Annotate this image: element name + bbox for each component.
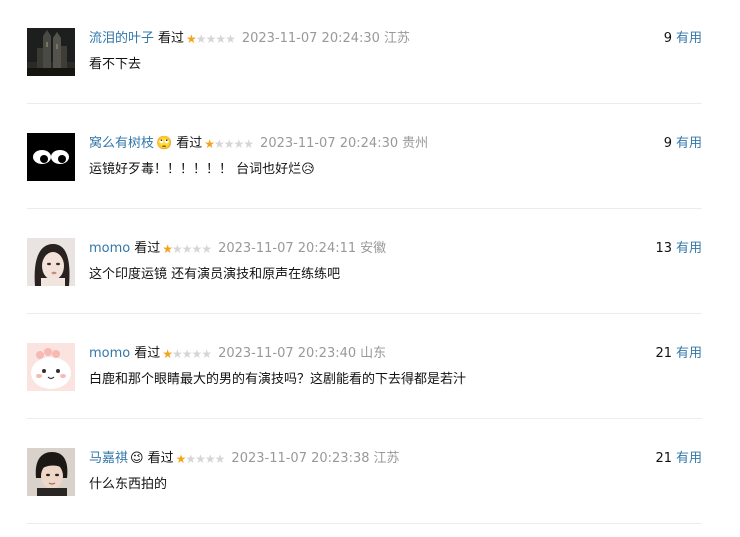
star-empty-icon: ★ [201, 347, 212, 361]
rating-stars: ★ ★ ★ ★ ★ [175, 450, 226, 468]
watched-label: 看过 [134, 346, 161, 361]
star-empty-icon: ★ [195, 452, 206, 466]
star-empty-icon: ★ [243, 137, 254, 151]
avatar[interactable] [27, 28, 75, 76]
church-night-avatar [27, 28, 75, 76]
pink-cartoon-avatar [27, 343, 75, 391]
star-filled-icon: ★ [162, 347, 173, 361]
comment-location: 安徽 [360, 241, 387, 256]
star-empty-icon: ★ [181, 347, 193, 361]
star-filled-icon: ★ [162, 242, 173, 256]
username-link[interactable]: 流泪的叶子 [89, 30, 154, 48]
username-link[interactable]: momo [89, 345, 130, 363]
comment-item: 窝么有树枝 🙄 看过 ★ ★ ★ ★ ★ 2023-11-07 20:24:30 贵州 … [27, 105, 702, 209]
comment-text: 运镜好歹毒！！！！！！ 台词也好烂😥 [89, 162, 315, 177]
comment-time: 2023-11-07 20:23:40 [218, 346, 357, 361]
comment-location: 贵州 [402, 136, 429, 151]
comment-location: 江苏 [383, 31, 410, 46]
watched-label: 看过 [134, 241, 161, 256]
useful-votes: 21 有用 [655, 345, 702, 363]
useful-button[interactable]: 有用 [676, 31, 702, 46]
comment-text: 白鹿和那个眼睛最大的男的有演技吗？这剧能看的下去得都是若汁 [89, 372, 467, 387]
vote-count: 9 [663, 31, 672, 46]
avatar[interactable] [27, 448, 75, 496]
star-empty-icon: ★ [181, 242, 193, 256]
star-empty-icon: ★ [172, 242, 183, 256]
vote-count: 21 [655, 451, 672, 466]
useful-votes: 9 有用 [664, 30, 702, 48]
star-empty-icon: ★ [225, 32, 236, 46]
star-empty-icon: ★ [191, 347, 203, 361]
star-empty-icon: ★ [204, 452, 216, 466]
star-empty-icon: ★ [223, 137, 235, 151]
useful-votes: 9 有用 [664, 135, 702, 153]
rating-stars: ★ ★ ★ ★ ★ [162, 345, 212, 363]
comment-location: 江苏 [373, 451, 400, 466]
comment-meta: 马嘉祺 😉 看过 ★ ★ ★ ★ ★ 2023-11-07 20:23:38 江苏 [89, 450, 400, 468]
vote-count: 9 [663, 136, 672, 151]
avatar[interactable] [27, 133, 75, 181]
useful-votes: 21 有用 [655, 450, 702, 468]
comment-list: 流泪的叶子 看过 ★ ★ ★ ★ ★ 2023-11-07 20:24:30 江苏 9有… [0, 0, 740, 537]
username-link[interactable]: 马嘉祺 [89, 450, 128, 468]
cartoon-eyes-avatar [27, 133, 75, 181]
star-filled-icon: ★ [186, 32, 197, 46]
watched-label: 看过 [147, 451, 174, 466]
comment-item: 马嘉祺 😉 看过 ★ ★ ★ ★ ★ 2023-11-07 20:23:38 江苏 21… [27, 420, 702, 524]
comment-location: 山东 [360, 346, 387, 361]
comment-text: 看不下去 [89, 57, 142, 72]
star-empty-icon: ★ [201, 242, 212, 256]
comment-time: 2023-11-07 20:24:11 [218, 241, 357, 256]
comment-text: 这个印度运镜 还有演员演技和原声在练练吧 [89, 267, 341, 282]
rating-stars: ★ ★ ★ ★ ★ [186, 30, 236, 48]
avatar[interactable] [27, 238, 75, 286]
useful-button[interactable]: 有用 [676, 136, 702, 151]
username-link[interactable]: momo [89, 240, 130, 258]
comment-meta: momo 看过 ★ ★ ★ ★ ★ 2023-11-07 20:24:11 安徽 [89, 240, 386, 258]
comment-item: momo 看过 ★ ★ ★ ★ ★ 2023-11-07 20:24:11 安徽 13 有… [27, 210, 702, 314]
comment-item: momo 看过 ★ ★ ★ ★ ★ 2023-11-07 20:23:40 山东 21 有… [27, 315, 702, 419]
useful-button[interactable]: 有用 [676, 241, 702, 256]
comment-time: 2023-11-07 20:24:30 [241, 31, 380, 46]
star-empty-icon: ★ [172, 347, 183, 361]
comment-meta: 窝么有树枝 🙄 看过 ★ ★ ★ ★ ★ 2023-11-07 20:24:30 贵州 [89, 135, 428, 153]
boy-portrait-avatar [27, 448, 75, 496]
comment-text: 什么东西拍的 [89, 477, 168, 492]
star-empty-icon: ★ [191, 242, 203, 256]
star-empty-icon: ★ [214, 452, 226, 466]
useful-button[interactable]: 有用 [676, 451, 702, 466]
user-emoji: 🙄 [156, 136, 173, 151]
comment-meta: momo 看过 ★ ★ ★ ★ ★ 2023-11-07 20:23:40 山东 [89, 345, 386, 363]
vote-count: 13 [655, 241, 672, 256]
avatar[interactable] [27, 343, 75, 391]
vote-count: 21 [655, 346, 672, 361]
comment-time: 2023-11-07 20:23:38 [231, 451, 370, 466]
rating-stars: ★ ★ ★ ★ ★ [162, 240, 212, 258]
rating-stars: ★ ★ ★ ★ ★ [204, 135, 254, 153]
watched-label: 看过 [158, 31, 185, 46]
comment-meta: 流泪的叶子 看过 ★ ★ ★ ★ ★ 2023-11-07 20:24:30 江苏 [89, 30, 410, 48]
star-empty-icon: ★ [215, 32, 226, 46]
comment-time: 2023-11-07 20:24:30 [260, 136, 399, 151]
star-empty-icon: ★ [233, 137, 245, 151]
username-link[interactable]: 窝么有树枝 [89, 135, 154, 153]
star-empty-icon: ★ [205, 32, 217, 46]
user-emoji: 😉 [130, 451, 144, 466]
useful-votes: 13 有用 [655, 240, 702, 258]
comment-item: 流泪的叶子 看过 ★ ★ ★ ★ ★ 2023-11-07 20:24:30 江苏 9有… [27, 0, 702, 104]
useful-button[interactable]: 有用 [676, 346, 702, 361]
star-filled-icon: ★ [204, 137, 215, 151]
star-empty-icon: ★ [195, 32, 207, 46]
star-empty-icon: ★ [185, 452, 196, 466]
star-filled-icon: ★ [175, 452, 187, 466]
star-empty-icon: ★ [213, 137, 225, 151]
girl-portrait-avatar [27, 238, 75, 286]
watched-label: 看过 [176, 136, 203, 151]
